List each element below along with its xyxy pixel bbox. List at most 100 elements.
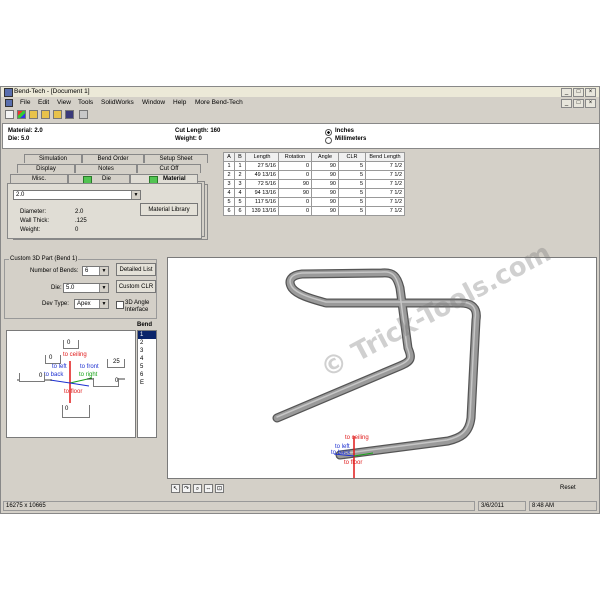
menu-view[interactable]: View [57, 99, 71, 106]
table-cell[interactable]: 90 [311, 161, 339, 171]
bend-list-item[interactable]: 1 [138, 331, 156, 339]
table-cell[interactable]: 90 [311, 197, 339, 207]
table-row[interactable]: 2 2 49 13/16 0 90 5 7 1/2 [223, 170, 405, 180]
zoom-window-icon[interactable]: ⊡ [215, 484, 224, 493]
table-cell[interactable]: 4 [223, 188, 235, 198]
menu-window[interactable]: Window [142, 99, 165, 106]
table-cell[interactable]: 7 1/2 [365, 179, 405, 189]
viewport-3d[interactable]: to ceiling to left to back to floor © Tr… [167, 238, 597, 479]
maximize-button[interactable]: □ [573, 88, 584, 97]
angle-interface-checkbox[interactable] [116, 301, 124, 309]
table-cell[interactable]: 72 5/16 [245, 179, 279, 189]
material-select[interactable]: 2.0 ▼ [13, 190, 141, 200]
table-cell[interactable]: 7 1/2 [365, 188, 405, 198]
table-cell[interactable]: 1 [234, 161, 246, 171]
bend-list-item[interactable]: 2 [138, 339, 156, 347]
doc-close-button[interactable]: × [585, 99, 596, 108]
table-cell[interactable]: 2 [234, 170, 246, 180]
rotate-icon[interactable]: ↷ [182, 484, 191, 493]
minimize-button[interactable]: _ [561, 88, 572, 97]
table-cell[interactable]: 5 [223, 197, 235, 207]
close-button[interactable]: × [585, 88, 596, 97]
table-cell[interactable]: 7 1/2 [365, 170, 405, 180]
table-cell[interactable]: 90 [278, 179, 312, 189]
table-cell[interactable]: 7 1/2 [365, 161, 405, 171]
detailed-list-button[interactable]: Detailed List [116, 263, 156, 276]
material-library-button[interactable]: Material Library [140, 203, 198, 216]
table-cell[interactable]: 49 13/16 [245, 170, 279, 180]
table-cell[interactable]: 0 [278, 197, 312, 207]
tab-cut-off[interactable]: Cut Off [137, 164, 201, 173]
table-cell[interactable]: 27 5/16 [245, 161, 279, 171]
table-cell[interactable]: 6 [223, 206, 235, 216]
table-cell[interactable]: 5 [234, 197, 246, 207]
menu-help[interactable]: Help [173, 99, 186, 106]
table-cell[interactable]: 139 13/16 [245, 206, 279, 216]
print-icon[interactable] [79, 110, 88, 119]
bend-list-item[interactable]: E [138, 379, 156, 387]
bend-list-item[interactable]: 4 [138, 355, 156, 363]
table-cell[interactable]: 5 [338, 197, 366, 207]
table-cell[interactable]: 2 [223, 170, 235, 180]
new-icon[interactable] [5, 110, 14, 119]
inches-radio[interactable] [325, 129, 332, 136]
table-cell[interactable]: 5 [338, 170, 366, 180]
table-cell[interactable]: 5 [338, 206, 366, 216]
table-cell[interactable]: 1 [223, 161, 235, 171]
menu-edit[interactable]: Edit [38, 99, 49, 106]
tab-notes[interactable]: Notes [75, 164, 137, 173]
die-select[interactable]: 5.0 ▼ [63, 283, 109, 293]
dev-type-select[interactable]: Apex ▼ [74, 299, 109, 309]
tab-bend-order[interactable]: Bend Order [82, 154, 144, 163]
tab-material[interactable]: Material [130, 174, 198, 184]
table-cell[interactable]: 6 [234, 206, 246, 216]
table-cell[interactable]: 5 [338, 161, 366, 171]
doc-restore-button[interactable]: □ [573, 99, 584, 108]
value-mid-right[interactable]: 0 [93, 378, 119, 387]
table-cell[interactable]: 90 [278, 188, 312, 198]
table-cell[interactable]: 0 [278, 206, 312, 216]
menu-file[interactable]: File [20, 99, 30, 106]
table-cell[interactable]: 0 [278, 161, 312, 171]
table-cell[interactable]: 7 1/2 [365, 197, 405, 207]
table-row[interactable]: 6 6 139 13/16 0 90 5 7 1/2 [223, 206, 405, 216]
value-mid-left[interactable]: 0 [19, 373, 45, 382]
reset-button[interactable]: Reset [560, 485, 576, 491]
doc-minimize-button[interactable]: _ [561, 99, 572, 108]
bend-list-item[interactable]: 5 [138, 363, 156, 371]
custom-clr-button[interactable]: Custom CLR [116, 280, 156, 293]
bend-list[interactable]: 123456E [137, 330, 157, 438]
table-cell[interactable]: 3 [223, 179, 235, 189]
fit-icon[interactable]: ⇔ [204, 484, 213, 493]
tab-misc[interactable]: Misc. [10, 174, 68, 183]
menu-tools[interactable]: Tools [78, 99, 93, 106]
table-cell[interactable]: 90 [311, 206, 339, 216]
value-bottom[interactable]: 0 [62, 405, 90, 418]
millimeters-radio[interactable] [325, 137, 332, 144]
pointer-icon[interactable]: ↖ [171, 484, 180, 493]
value-left[interactable]: 0 [45, 355, 61, 364]
table-row[interactable]: 3 3 72 5/16 90 90 5 7 1/2 [223, 179, 405, 189]
table-cell[interactable]: 3 [234, 179, 246, 189]
zoom-icon[interactable]: ⌕ [193, 484, 202, 493]
table-cell[interactable]: 94 13/16 [245, 188, 279, 198]
open-icon[interactable] [29, 110, 38, 119]
table-cell[interactable]: 4 [234, 188, 246, 198]
table-cell[interactable]: 90 [311, 188, 339, 198]
disk-icon[interactable] [65, 110, 74, 119]
tab-die[interactable]: Die [68, 174, 130, 184]
num-bends-select[interactable]: 6 ▼ [82, 266, 109, 276]
table-cell[interactable]: 0 [278, 170, 312, 180]
menu-solidworks[interactable]: SolidWorks [101, 99, 134, 106]
table-row[interactable]: 1 1 27 5/16 0 90 5 7 1/2 [223, 161, 405, 171]
tab-setup-sheet[interactable]: Setup Sheet [144, 154, 208, 163]
bend-list-item[interactable]: 3 [138, 347, 156, 355]
table-cell[interactable]: 117 5/16 [245, 197, 279, 207]
menu-more-bend-tech[interactable]: More Bend-Tech [195, 99, 243, 106]
value-top[interactable]: 0 [63, 340, 79, 349]
table-row[interactable]: 4 4 94 13/16 90 90 5 7 1/2 [223, 188, 405, 198]
table-cell[interactable]: 5 [338, 179, 366, 189]
table-cell[interactable]: 5 [338, 188, 366, 198]
tab-simulation[interactable]: Simulation [24, 154, 82, 163]
table-row[interactable]: 5 5 117 5/16 0 90 5 7 1/2 [223, 197, 405, 207]
